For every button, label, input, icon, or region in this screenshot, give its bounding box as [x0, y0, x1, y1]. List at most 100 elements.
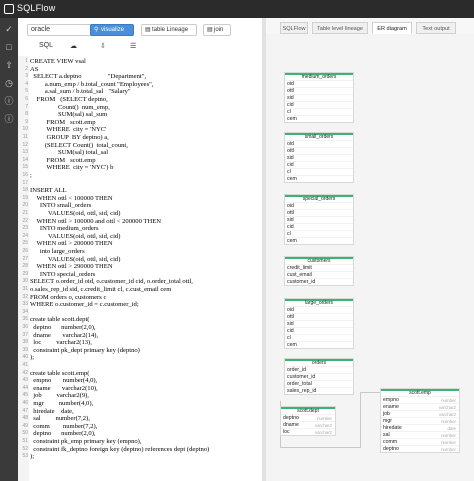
line-number: 28 — [22, 263, 28, 270]
er-column: order_total — [285, 380, 353, 387]
code-text: (SELECT Count() total_count, — [30, 141, 128, 149]
code-line: 39 constraint pk_dept primary key (deptn… — [18, 347, 262, 355]
tab-table-lineage[interactable]: Table level lineage — [312, 22, 368, 34]
line-number: 10 — [22, 126, 28, 133]
er-column: ottl — [285, 87, 353, 94]
tab-er-diagram[interactable]: ER diagram — [372, 22, 412, 34]
code-text: CREATE VIEW vsal — [30, 58, 86, 65]
table-lineage-label: table Lineage — [152, 27, 189, 33]
table-lineage-button[interactable]: ▤ table Lineage — [141, 24, 197, 36]
code-line: 13 SUM(sal) total_sal — [18, 149, 262, 157]
er-column: cid — [285, 223, 353, 230]
code-line: 50 deptno number(2,0), — [18, 430, 262, 438]
er-table-title: scott.dept — [281, 407, 335, 414]
line-number: 48 — [22, 415, 28, 422]
line-number: 37 — [22, 331, 28, 338]
tab-text-output[interactable]: Text output — [416, 22, 456, 34]
er-diagram-canvas[interactable]: medium_orders oid ottl sid cid cl cem small_ord… — [266, 34, 474, 481]
er-table-title: special_orders — [285, 195, 353, 202]
code-text: SUM(sal) total_sal — [30, 149, 109, 157]
code-line: 3 SELECT a.deptno "Department", — [18, 73, 262, 81]
line-number: 53 — [22, 453, 28, 460]
sql-tab[interactable]: SQL — [39, 42, 53, 49]
upload-icon[interactable]: ⇧ — [4, 60, 14, 70]
er-table-title: large_orders — [285, 299, 353, 306]
result-tabs: SQLFlow Table level lineage ER diagram T… — [266, 22, 474, 34]
code-text: VALUES(oid, ottl, sid, cid) — [30, 210, 121, 217]
er-table[interactable]: medium_orders oid ottl sid cid cl cem — [284, 72, 354, 123]
code-text: INTO special_orders — [30, 270, 96, 278]
code-line: 36 deptno number(2,0), — [18, 324, 262, 332]
line-number: 39 — [22, 346, 28, 353]
code-text: INTO medium_orders — [30, 225, 99, 233]
database-logo-icon — [4, 4, 14, 14]
code-text: VALUES(oid, ottl, sid, cid) — [30, 255, 121, 263]
code-text: FROM scott.emp — [30, 156, 96, 164]
format-icon[interactable]: ☰ — [130, 42, 136, 50]
line-number: 5 — [25, 88, 28, 95]
line-number: 16 — [22, 172, 28, 178]
sql-editor[interactable]: 1 CREATE VIEW vsal 2 AS 3 SELECT a.deptno "D… — [18, 56, 262, 481]
dbvendor-value: oracle — [31, 26, 51, 33]
code-text: hiredate date, — [30, 407, 74, 415]
code-text: create table scott.dept( — [30, 316, 90, 324]
line-number: 51 — [22, 438, 28, 444]
code-line: 17 — [18, 180, 262, 188]
file-icon[interactable]: □ — [4, 42, 14, 52]
er-table[interactable]: customers credit_limit cust_email customer_… — [284, 256, 354, 286]
line-number: 12 — [22, 141, 28, 148]
code-text: INTO small_orders — [30, 202, 92, 210]
er-column: cem — [285, 341, 353, 348]
er-column: cem — [285, 175, 353, 182]
download-icon[interactable]: ⇩ — [100, 42, 106, 50]
share-icon: ⚲ — [94, 27, 99, 33]
line-number: 14 — [22, 156, 28, 163]
info-icon[interactable]: ⓘ — [4, 96, 14, 106]
er-column: empno number — [381, 396, 459, 403]
code-line: 2 AS — [18, 66, 262, 74]
visualize-button[interactable]: ⚲ visualize — [90, 24, 134, 36]
er-table[interactable]: scott.dept deptno number dname varchar2 loc va… — [280, 406, 336, 436]
check-icon[interactable]: ✓ — [4, 24, 14, 34]
er-column-type: varchar2 — [314, 430, 332, 435]
code-line: 45 job varchar2(9), — [18, 392, 262, 400]
er-column: cl — [285, 108, 353, 115]
line-number: 4 — [25, 80, 28, 87]
er-column: sal number — [381, 431, 459, 438]
line-number: 35 — [22, 316, 28, 323]
er-table[interactable]: large_orders oid ottl sid cid cl cem — [284, 298, 354, 349]
er-table[interactable]: scott.emp empno number ename varchar2 job varc… — [380, 388, 460, 453]
code-text: INSERT ALL — [30, 187, 67, 195]
code-text: WHERE city = 'NYC') b — [30, 164, 114, 172]
code-line: 1 CREATE VIEW vsal — [18, 58, 262, 66]
cloud-upload-icon[interactable]: ☁ — [70, 42, 77, 50]
code-line: 6 FROM (SELECT deptno, — [18, 96, 262, 104]
er-column: sales_rep_id — [285, 387, 353, 394]
info-icon[interactable]: ⓘ — [4, 114, 14, 124]
line-number: 52 — [22, 445, 28, 452]
er-column: sid — [285, 320, 353, 327]
code-line: 43 empno number(4,0), — [18, 377, 262, 385]
code-line: 44 ename varchar2(10), — [18, 385, 262, 393]
code-line: 53); — [18, 453, 262, 461]
relation-edge — [280, 447, 360, 448]
code-text: create table scott.emp( — [30, 369, 90, 377]
er-column-name: cem — [287, 238, 297, 244]
er-table[interactable]: special_orders oid ottl sid cid cl cem — [284, 194, 354, 245]
line-number: 17 — [22, 179, 28, 186]
join-label: join — [214, 27, 224, 33]
line-number: 22 — [22, 217, 28, 224]
line-number: 1 — [25, 58, 28, 64]
er-column-name: cem — [287, 342, 297, 348]
er-column: sid — [285, 216, 353, 223]
er-column: hiredate date — [381, 424, 459, 431]
er-table[interactable]: orders order_id customer_id order_total sale… — [284, 358, 354, 395]
tab-sqlflow[interactable]: SQLFlow — [280, 22, 308, 34]
line-number: 3 — [25, 73, 28, 80]
clock-icon[interactable]: ◷ — [4, 78, 14, 88]
join-button[interactable]: ▤ join — [203, 24, 231, 36]
er-table[interactable]: small_orders oid ottl sid cid cl cem — [284, 132, 354, 183]
line-number: 32 — [22, 293, 28, 300]
line-number: 30 — [22, 278, 28, 285]
line-number: 19 — [22, 194, 28, 201]
